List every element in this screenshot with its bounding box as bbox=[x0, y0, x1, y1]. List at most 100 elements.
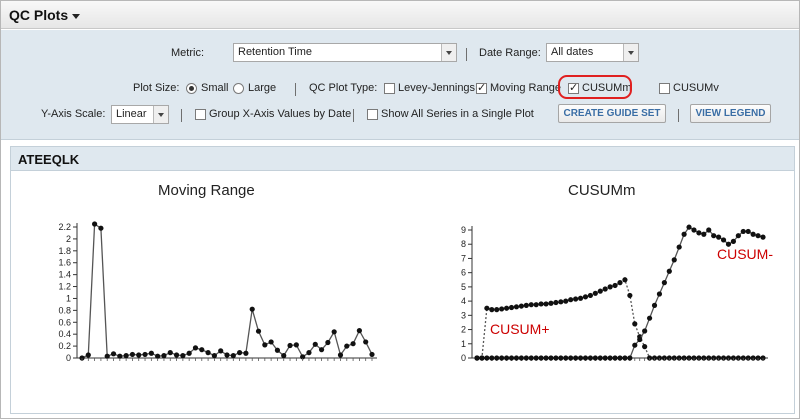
data-point bbox=[513, 355, 520, 361]
data-point bbox=[671, 257, 677, 263]
data-point bbox=[528, 302, 534, 308]
data-point bbox=[612, 282, 618, 289]
y-tick-label: 3 bbox=[461, 310, 466, 320]
data-point bbox=[312, 341, 318, 347]
y-tick-label: 1 bbox=[461, 339, 466, 349]
data-point bbox=[129, 351, 136, 358]
data-point bbox=[632, 321, 638, 327]
data-point bbox=[538, 301, 544, 307]
data-point bbox=[98, 225, 104, 231]
data-point bbox=[489, 307, 495, 313]
data-point bbox=[573, 355, 579, 361]
data-point bbox=[632, 342, 638, 348]
data-point bbox=[161, 353, 167, 359]
data-point bbox=[711, 233, 717, 239]
data-point bbox=[637, 336, 643, 343]
data-point bbox=[123, 353, 129, 359]
data-point bbox=[249, 306, 255, 312]
y-tick-label: 8 bbox=[461, 239, 466, 249]
data-point bbox=[523, 355, 529, 361]
data-point bbox=[499, 355, 505, 361]
data-point bbox=[494, 355, 500, 361]
data-point bbox=[553, 355, 559, 361]
data-point bbox=[538, 355, 544, 361]
data-point bbox=[173, 352, 180, 358]
data-point bbox=[474, 355, 480, 361]
y-tick-label: 2 bbox=[66, 234, 71, 244]
data-point bbox=[513, 304, 520, 310]
data-point bbox=[750, 231, 756, 237]
series-line bbox=[81, 222, 373, 359]
data-point bbox=[592, 355, 598, 361]
data-point bbox=[508, 304, 515, 311]
data-point bbox=[489, 355, 495, 361]
data-point bbox=[622, 277, 628, 283]
cusum-plus-annotation: CUSUM+ bbox=[490, 321, 550, 337]
data-point bbox=[587, 355, 594, 361]
y-tick-label: 1.6 bbox=[58, 258, 71, 268]
data-point bbox=[243, 350, 249, 356]
data-point bbox=[617, 280, 623, 286]
data-point bbox=[205, 350, 211, 356]
data-point bbox=[592, 290, 598, 296]
data-point bbox=[318, 347, 325, 353]
data-point bbox=[548, 355, 554, 361]
data-point bbox=[617, 355, 623, 361]
data-point bbox=[142, 351, 148, 358]
data-point bbox=[499, 306, 505, 312]
data-point bbox=[681, 231, 687, 237]
data-point bbox=[701, 231, 707, 237]
y-tick-label: 2.2 bbox=[58, 222, 71, 232]
y-tick-label: 1.4 bbox=[58, 270, 71, 280]
data-point bbox=[337, 352, 344, 358]
data-point bbox=[85, 352, 91, 358]
data-point bbox=[587, 292, 594, 299]
data-point bbox=[696, 230, 702, 236]
data-point bbox=[110, 351, 117, 357]
data-point bbox=[293, 342, 299, 348]
data-point bbox=[192, 345, 199, 351]
data-point bbox=[627, 355, 633, 361]
data-point bbox=[646, 315, 653, 321]
cusum-minus-annotation: CUSUM- bbox=[717, 246, 773, 262]
y-tick-label: 9 bbox=[461, 225, 466, 235]
data-point bbox=[558, 355, 564, 361]
data-point bbox=[230, 353, 236, 359]
data-point bbox=[553, 299, 559, 306]
data-point bbox=[582, 294, 589, 300]
charts-canvas: 00.20.40.60.811.21.41.61.822.20123456789 bbox=[58, 221, 768, 363]
data-point bbox=[706, 227, 712, 233]
data-point bbox=[281, 353, 287, 359]
data-point bbox=[180, 353, 186, 359]
data-point bbox=[262, 342, 268, 348]
data-point bbox=[740, 228, 746, 235]
data-point bbox=[568, 355, 574, 361]
data-point bbox=[518, 303, 524, 309]
data-point bbox=[597, 355, 603, 361]
data-point bbox=[755, 233, 761, 239]
data-point bbox=[676, 244, 682, 250]
data-point bbox=[642, 328, 648, 334]
y-tick-label: 0.4 bbox=[58, 329, 71, 339]
y-tick-label: 6 bbox=[461, 268, 466, 278]
y-tick-label: 2 bbox=[461, 325, 466, 335]
data-point bbox=[563, 355, 569, 361]
data-point bbox=[503, 355, 510, 361]
data-point bbox=[691, 227, 697, 233]
data-point bbox=[211, 353, 217, 359]
data-point bbox=[274, 347, 281, 353]
data-point bbox=[518, 355, 524, 361]
data-point bbox=[533, 302, 539, 308]
data-point bbox=[642, 344, 648, 350]
data-point bbox=[363, 339, 369, 345]
data-point bbox=[92, 221, 98, 227]
data-point bbox=[730, 238, 737, 244]
data-point bbox=[548, 300, 554, 306]
data-point bbox=[306, 350, 312, 356]
data-point bbox=[716, 234, 722, 240]
data-point bbox=[666, 268, 672, 274]
y-tick-label: 0.2 bbox=[58, 341, 71, 351]
data-point bbox=[661, 280, 667, 286]
data-point bbox=[528, 355, 534, 361]
y-tick-label: 0 bbox=[461, 353, 466, 363]
